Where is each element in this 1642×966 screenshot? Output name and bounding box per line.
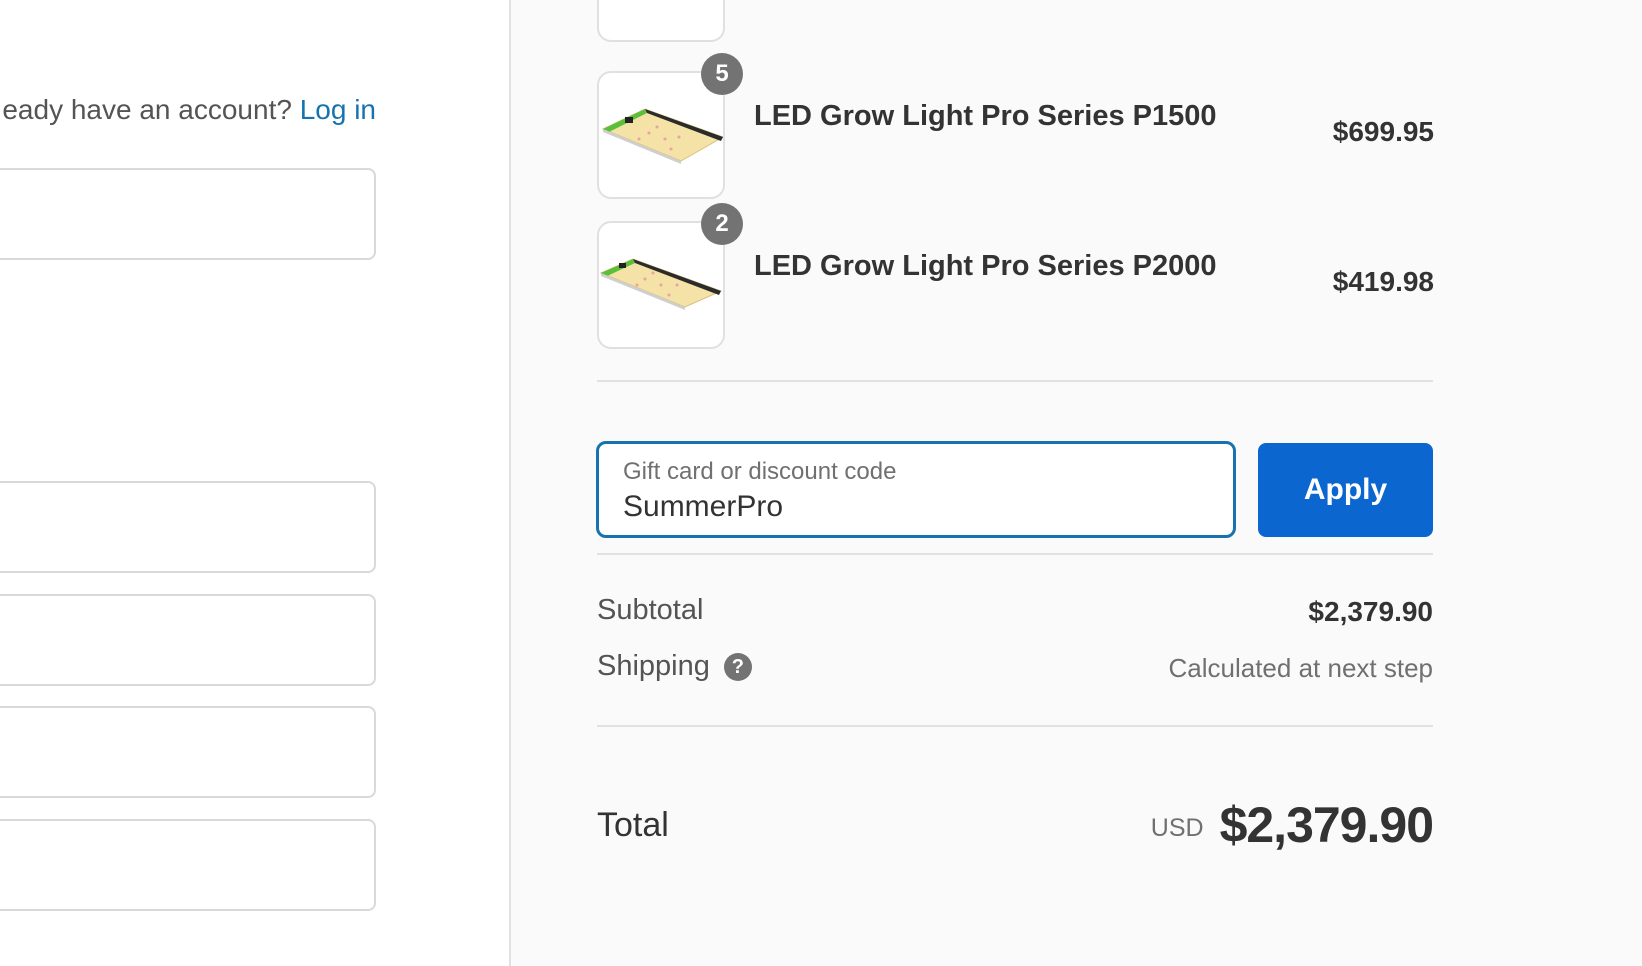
quantity-badge: 5: [701, 53, 743, 95]
total-currency: USD: [1150, 814, 1204, 842]
product-price: $699.95: [1332, 116, 1434, 147]
grow-light-panel-icon: [601, 108, 723, 164]
contact-field[interactable]: [0, 168, 376, 260]
order-summary: 5 LED Grow Light Pro Series P1500 $699.9…: [511, 0, 1642, 966]
divider: [597, 380, 1433, 382]
product-name: LED Grow Light Pro Series P1500: [754, 100, 1217, 132]
checkout-form-column: eady have an account? Log in: [0, 0, 510, 966]
subtotal-label: Subtotal: [597, 594, 704, 626]
quantity-badge: 2: [701, 203, 743, 245]
help-icon[interactable]: ?: [723, 653, 752, 682]
login-link[interactable]: Log in: [300, 94, 376, 125]
discount-code-label: Gift card or discount code: [623, 458, 897, 485]
grow-light-panel-icon: [599, 258, 723, 310]
divider: [597, 553, 1433, 555]
subtotal-value: $2,379.90: [1308, 596, 1433, 627]
shipping-value: Calculated at next step: [1168, 653, 1434, 683]
account-login-line: eady have an account? Log in: [0, 94, 376, 126]
total-label: Total: [597, 806, 669, 844]
discount-code-input[interactable]: [623, 490, 1213, 524]
apply-button[interactable]: Apply: [1258, 443, 1433, 537]
checkout-page: eady have an account? Log in 5 LED Grow …: [0, 0, 1642, 966]
discount-code-field[interactable]: Gift card or discount code: [596, 441, 1236, 538]
product-thumbnail-partial: [597, 0, 725, 42]
address-field-1[interactable]: [0, 481, 376, 573]
divider: [597, 725, 1433, 727]
shipping-label: Shipping: [597, 650, 710, 682]
total-amount: $2,379.90: [1219, 797, 1434, 853]
product-thumbnail: 2: [597, 203, 743, 349]
account-prompt: eady have an account?: [2, 94, 292, 125]
address-field-2[interactable]: [0, 594, 376, 686]
address-field-4[interactable]: [0, 819, 376, 911]
product-thumbnail: 5: [597, 53, 743, 199]
total-value-group: USD $2,379.90: [1150, 796, 1434, 854]
product-name: LED Grow Light Pro Series P2000: [754, 250, 1217, 282]
product-price: $419.98: [1332, 266, 1434, 297]
shipping-row: Shipping?: [597, 650, 752, 683]
address-field-3[interactable]: [0, 706, 376, 798]
